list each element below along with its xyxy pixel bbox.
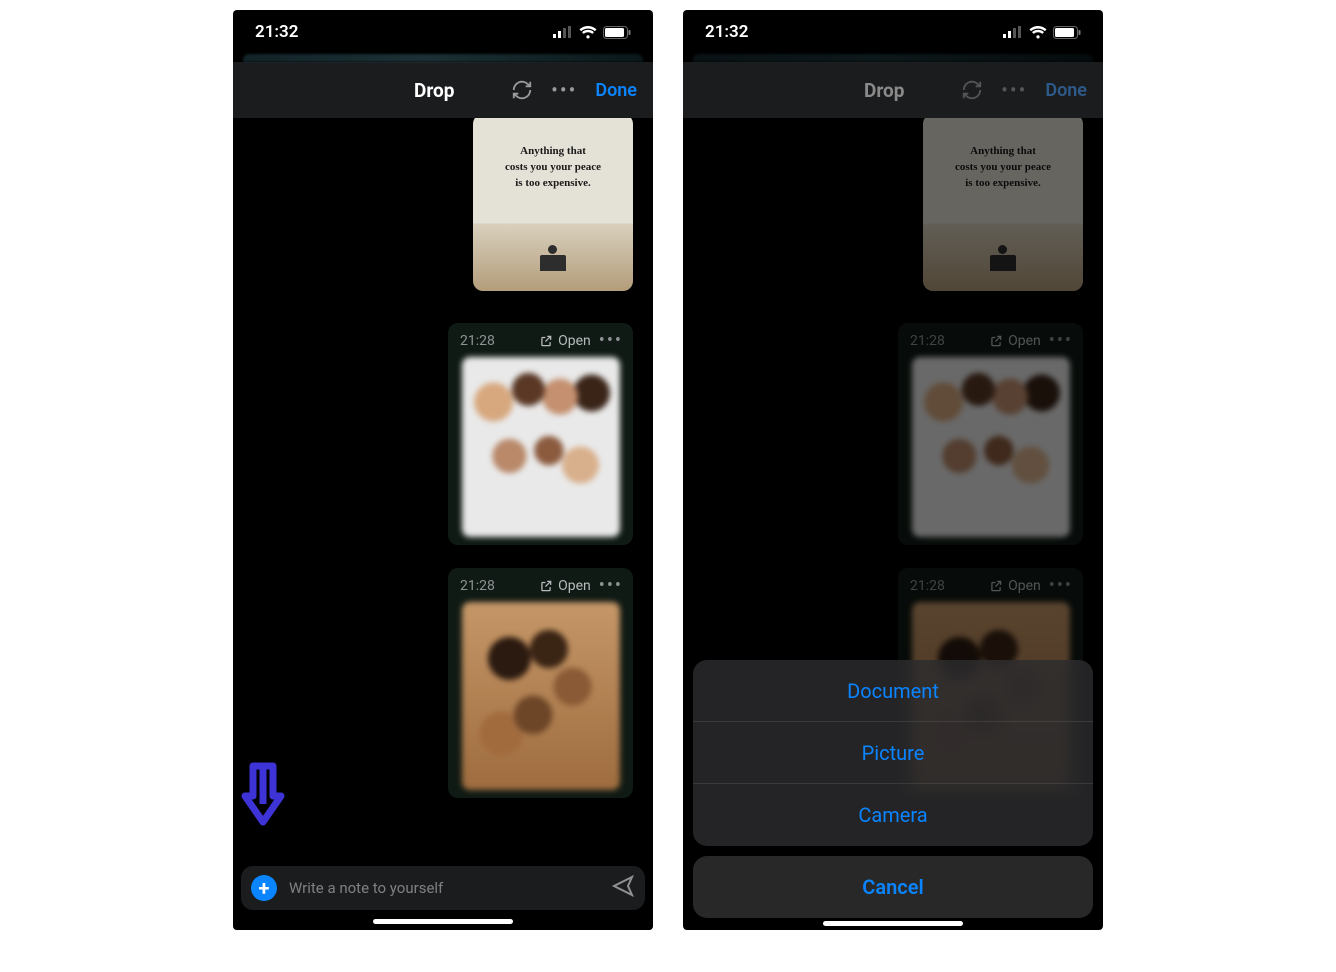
sheet-item-picture[interactable]: Picture: [693, 722, 1093, 784]
status-indicators: [1003, 26, 1081, 39]
nav-bar: Drop ••• Done: [683, 62, 1103, 118]
wifi-icon: [579, 26, 597, 39]
message-card[interactable]: 21:28 Open •••: [448, 323, 633, 545]
more-icon: •••: [1001, 78, 1027, 102]
open-icon: [539, 334, 553, 348]
card-more-icon[interactable]: •••: [599, 338, 623, 344]
message-time: 21:28: [460, 578, 495, 594]
quote-line: is too expensive.: [487, 176, 619, 192]
note-input[interactable]: Write a note to yourself: [289, 879, 443, 897]
sync-icon[interactable]: [511, 79, 533, 101]
wifi-icon: [1029, 26, 1047, 39]
action-sheet: Document Picture Camera Cancel: [693, 660, 1093, 918]
status-time: 21:32: [705, 22, 748, 42]
home-indicator[interactable]: [373, 919, 513, 924]
sheet-cancel-button[interactable]: Cancel: [693, 856, 1093, 918]
done-button: Done: [1045, 80, 1087, 101]
status-time: 21:32: [255, 22, 298, 42]
message-quote-card[interactable]: Anything that costs you your peace is to…: [473, 118, 633, 291]
nav-title: Drop: [864, 79, 904, 102]
home-indicator[interactable]: [823, 921, 963, 926]
quote-silhouette: [540, 255, 566, 271]
message-time: 21:28: [460, 333, 495, 349]
attach-button[interactable]: +: [251, 875, 277, 901]
cellular-icon: [1003, 26, 1023, 38]
card-more-icon[interactable]: •••: [599, 583, 623, 589]
status-bar: 21:32: [233, 10, 653, 54]
message-card[interactable]: 21:28 Open •••: [448, 568, 633, 798]
chat-area[interactable]: Anything that costs you your peace is to…: [233, 118, 653, 860]
action-sheet-group: Document Picture Camera: [693, 660, 1093, 846]
message-image[interactable]: [462, 357, 620, 537]
sync-icon: [961, 79, 983, 101]
open-label: Open: [558, 333, 591, 349]
open-button[interactable]: Open: [539, 578, 591, 594]
background-peek: [243, 54, 643, 62]
send-icon: [611, 874, 635, 898]
send-button[interactable]: [611, 874, 635, 902]
message-image[interactable]: [462, 602, 620, 790]
background-peek: [693, 54, 1093, 62]
sheet-item-camera[interactable]: Camera: [693, 784, 1093, 846]
status-bar: 21:32: [683, 10, 1103, 54]
open-label: Open: [558, 578, 591, 594]
quote-line: costs you your peace: [487, 160, 619, 176]
open-icon: [539, 579, 553, 593]
battery-icon: [1053, 26, 1081, 39]
input-bar: + Write a note to yourself: [233, 860, 653, 930]
battery-icon: [603, 26, 631, 39]
phone-screenshot-right: 21:32 Drop ••• Done Anything that costs …: [683, 10, 1103, 930]
more-icon[interactable]: •••: [551, 78, 577, 102]
status-indicators: [553, 26, 631, 39]
nav-title: Drop: [414, 79, 454, 102]
phone-screenshot-left: 21:32 Drop ••• Done Anything that costs …: [233, 10, 653, 930]
nav-bar: Drop ••• Done: [233, 62, 653, 118]
annotation-arrow-icon: [239, 760, 287, 832]
sheet-item-document[interactable]: Document: [693, 660, 1093, 722]
cellular-icon: [553, 26, 573, 38]
open-button[interactable]: Open: [539, 333, 591, 349]
quote-line: Anything that: [487, 144, 619, 160]
done-button[interactable]: Done: [595, 80, 637, 101]
